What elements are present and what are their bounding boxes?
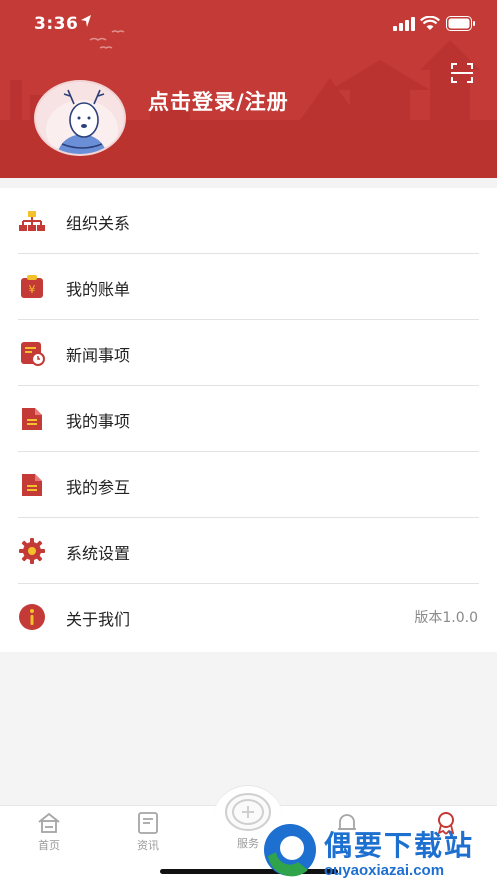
watermark-logo-icon: [264, 824, 316, 877]
gear-icon: [19, 538, 45, 564]
tab-label: 资讯: [137, 839, 159, 852]
status-time: 3:36: [34, 14, 79, 34]
home-icon: [38, 812, 60, 833]
menu-item-org-relations[interactable]: 组织关系: [0, 188, 497, 254]
status-bar: 3:36: [0, 0, 497, 48]
settings-menu: 组织关系 ¥ 我的账单 新闻事项 我的事项 我的参互 系统设置 关于我们 版本1…: [0, 188, 497, 652]
bill-icon: ¥: [21, 275, 43, 298]
menu-item-label: 关于我们: [66, 610, 131, 629]
news-icon: [138, 812, 158, 834]
tab-home[interactable]: 首页: [19, 806, 79, 866]
menu-item-my-matters[interactable]: 我的事项: [0, 386, 497, 452]
profile-header: 3:36 点击登录/注册: [0, 0, 497, 178]
location-arrow-icon: [81, 15, 91, 27]
menu-item-about-us[interactable]: 关于我们 版本1.0.0: [0, 584, 497, 650]
svg-text:¥: ¥: [29, 283, 36, 296]
menu-item-label: 系统设置: [66, 544, 131, 563]
menu-item-label: 我的事项: [66, 412, 131, 431]
menu-item-system-settings[interactable]: 系统设置: [0, 518, 497, 584]
menu-item-news[interactable]: 新闻事项: [0, 320, 497, 386]
menu-item-my-bills[interactable]: ¥ 我的账单: [0, 254, 497, 320]
login-register-link[interactable]: 点击登录/注册: [148, 86, 289, 116]
tab-news[interactable]: 资讯: [118, 806, 178, 866]
menu-item-my-interactions[interactable]: 我的参互: [0, 452, 497, 518]
avatar[interactable]: [34, 80, 126, 156]
cellular-signal-icon: [393, 17, 415, 31]
deer-avatar-icon: [46, 89, 118, 154]
battery-icon: [446, 16, 475, 31]
watermark-title: 偶要下载站: [324, 829, 475, 862]
site-watermark: 偶要下载站 ouyaoxiazai.com: [258, 818, 497, 883]
app-version: 版本1.0.0: [414, 610, 478, 626]
document-icon: [22, 474, 42, 496]
scan-icon[interactable]: [450, 62, 474, 84]
info-icon: [19, 604, 45, 630]
wifi-icon: [420, 16, 440, 30]
menu-item-label: 我的参互: [66, 478, 131, 497]
menu-item-label: 我的账单: [66, 280, 131, 299]
watermark-url: ouyaoxiazai.com: [324, 862, 445, 879]
news-icon: [21, 342, 45, 366]
menu-item-label: 新闻事项: [66, 346, 131, 365]
menu-item-label: 组织关系: [66, 214, 131, 233]
document-icon: [22, 408, 42, 430]
tab-label: 首页: [38, 839, 60, 852]
org-chart-icon: [19, 211, 45, 231]
